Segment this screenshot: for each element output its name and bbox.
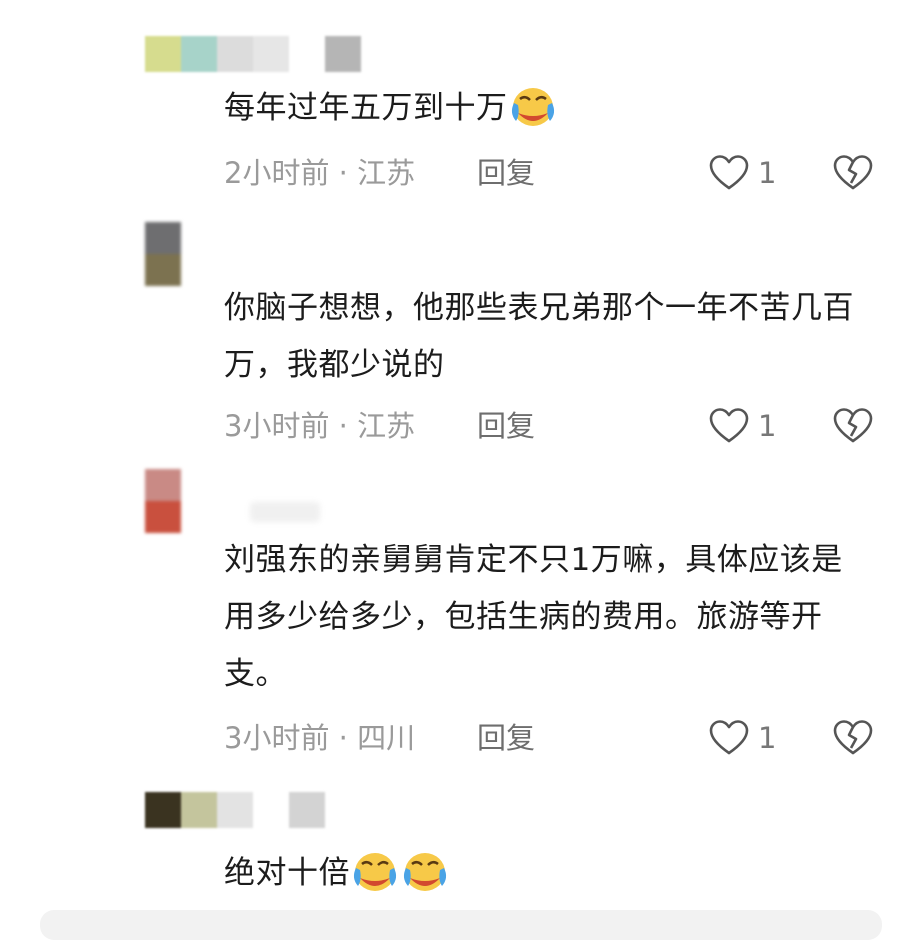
comment-location: 江苏 <box>357 409 416 443</box>
comment-text-content: 刘强东的亲舅舅肯定不只1万嘛，具体应该是用多少给多少，包括生病的费用。旅游等开支… <box>224 542 843 692</box>
like-count: 1 <box>758 721 777 755</box>
reply-button[interactable]: 回复 <box>477 718 535 758</box>
like-count: 1 <box>758 409 777 443</box>
comment-text: 刘强东的亲舅舅肯定不只1万嘛，具体应该是用多少给多少，包括生病的费用。旅游等开支… <box>224 532 874 703</box>
bottom-input-bar[interactable] <box>40 910 882 940</box>
comment-meta: 3小时前 · 江苏 <box>224 406 415 446</box>
comment-text-content: 你脑子想想，他那些表兄弟那个一年不苦几百万，我都少说的 <box>224 290 854 383</box>
like-count: 1 <box>758 156 777 190</box>
avatar[interactable] <box>145 222 181 286</box>
comment-text: 绝对十倍 <box>224 845 874 902</box>
comment-time: 3小时前 <box>224 409 330 443</box>
comment-text: 每年过年五万到十万 <box>224 80 874 137</box>
comment-location: 四川 <box>357 721 416 755</box>
meta-separator: · <box>338 409 348 443</box>
username-blurred[interactable] <box>250 502 320 522</box>
meta-separator: · <box>338 156 348 190</box>
avatar[interactable] <box>145 469 181 533</box>
comment-text-content: 每年过年五万到十万 <box>224 90 508 126</box>
comment-time: 3小时前 <box>224 721 330 755</box>
heart-outline-icon <box>709 408 749 443</box>
comment-text: 你脑子想想，他那些表兄弟那个一年不苦几百万，我都少说的 <box>224 280 874 394</box>
avatar-mosaic[interactable] <box>145 36 361 72</box>
like-button[interactable]: 1 <box>708 406 776 446</box>
crying-laughing-emoji-icon <box>353 852 397 891</box>
like-button[interactable]: 1 <box>708 153 776 193</box>
comment-text-content: 绝对十倍 <box>224 855 350 891</box>
comment-location: 江苏 <box>357 156 416 190</box>
heart-outline-icon <box>709 720 749 755</box>
reply-button[interactable]: 回复 <box>477 406 535 446</box>
heart-outline-icon <box>709 155 749 190</box>
comment-time: 2小时前 <box>224 156 330 190</box>
comment-meta: 3小时前 · 四川 <box>224 718 415 758</box>
broken-heart-icon[interactable] <box>832 718 874 758</box>
like-button[interactable]: 1 <box>708 718 776 758</box>
crying-laughing-emoji-icon <box>511 87 554 126</box>
crying-laughing-emoji-icon <box>403 852 447 891</box>
broken-heart-icon[interactable] <box>832 406 874 446</box>
avatar-mosaic[interactable] <box>145 792 325 828</box>
comment-meta: 2小时前 · 江苏 <box>224 153 415 193</box>
reply-button[interactable]: 回复 <box>477 153 535 193</box>
meta-separator: · <box>338 721 348 755</box>
broken-heart-icon[interactable] <box>832 153 874 193</box>
